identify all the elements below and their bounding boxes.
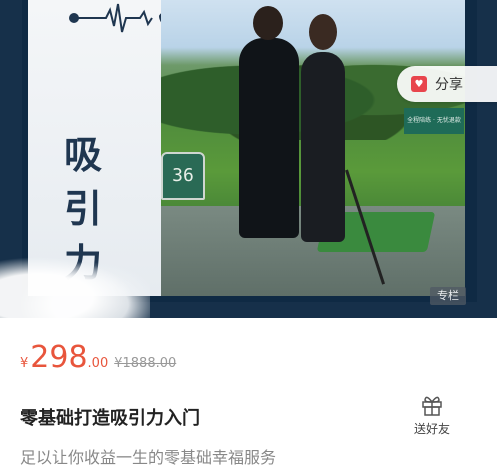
- gift-icon: [422, 396, 442, 416]
- price-integer: 298: [30, 340, 88, 375]
- banner-title-char: 引: [64, 186, 103, 231]
- column-tag: 专栏: [430, 287, 466, 305]
- course-subtitle: 足以让你收益一生的零基础幸福服务: [20, 448, 277, 467]
- price-currency: ¥: [20, 356, 29, 371]
- banner-photo: [161, 0, 465, 296]
- share-label: 分享: [435, 77, 463, 93]
- share-button[interactable]: ♥ 分享: [397, 66, 497, 102]
- price-row: ¥ 298 .00 ¥1888.00: [20, 340, 176, 376]
- price-decimal: .00: [87, 356, 109, 371]
- hole-number-sign: 36: [161, 152, 205, 200]
- banner-title-char: 吸: [64, 132, 103, 177]
- cloud-decoration: [0, 250, 150, 318]
- gift-friend-button[interactable]: 送好友: [408, 394, 456, 440]
- share-icon: ♥: [411, 76, 427, 92]
- gift-label: 送好友: [413, 422, 450, 436]
- original-price: ¥1888.00: [114, 356, 177, 371]
- billboard: 全程陪练 · 无忧退款: [404, 108, 464, 134]
- course-banner: 吸 引 力 36 全程陪练 · 无忧退款 ♥ 分享 专栏: [0, 0, 497, 318]
- course-title: 零基础打造吸引力入门: [20, 408, 200, 429]
